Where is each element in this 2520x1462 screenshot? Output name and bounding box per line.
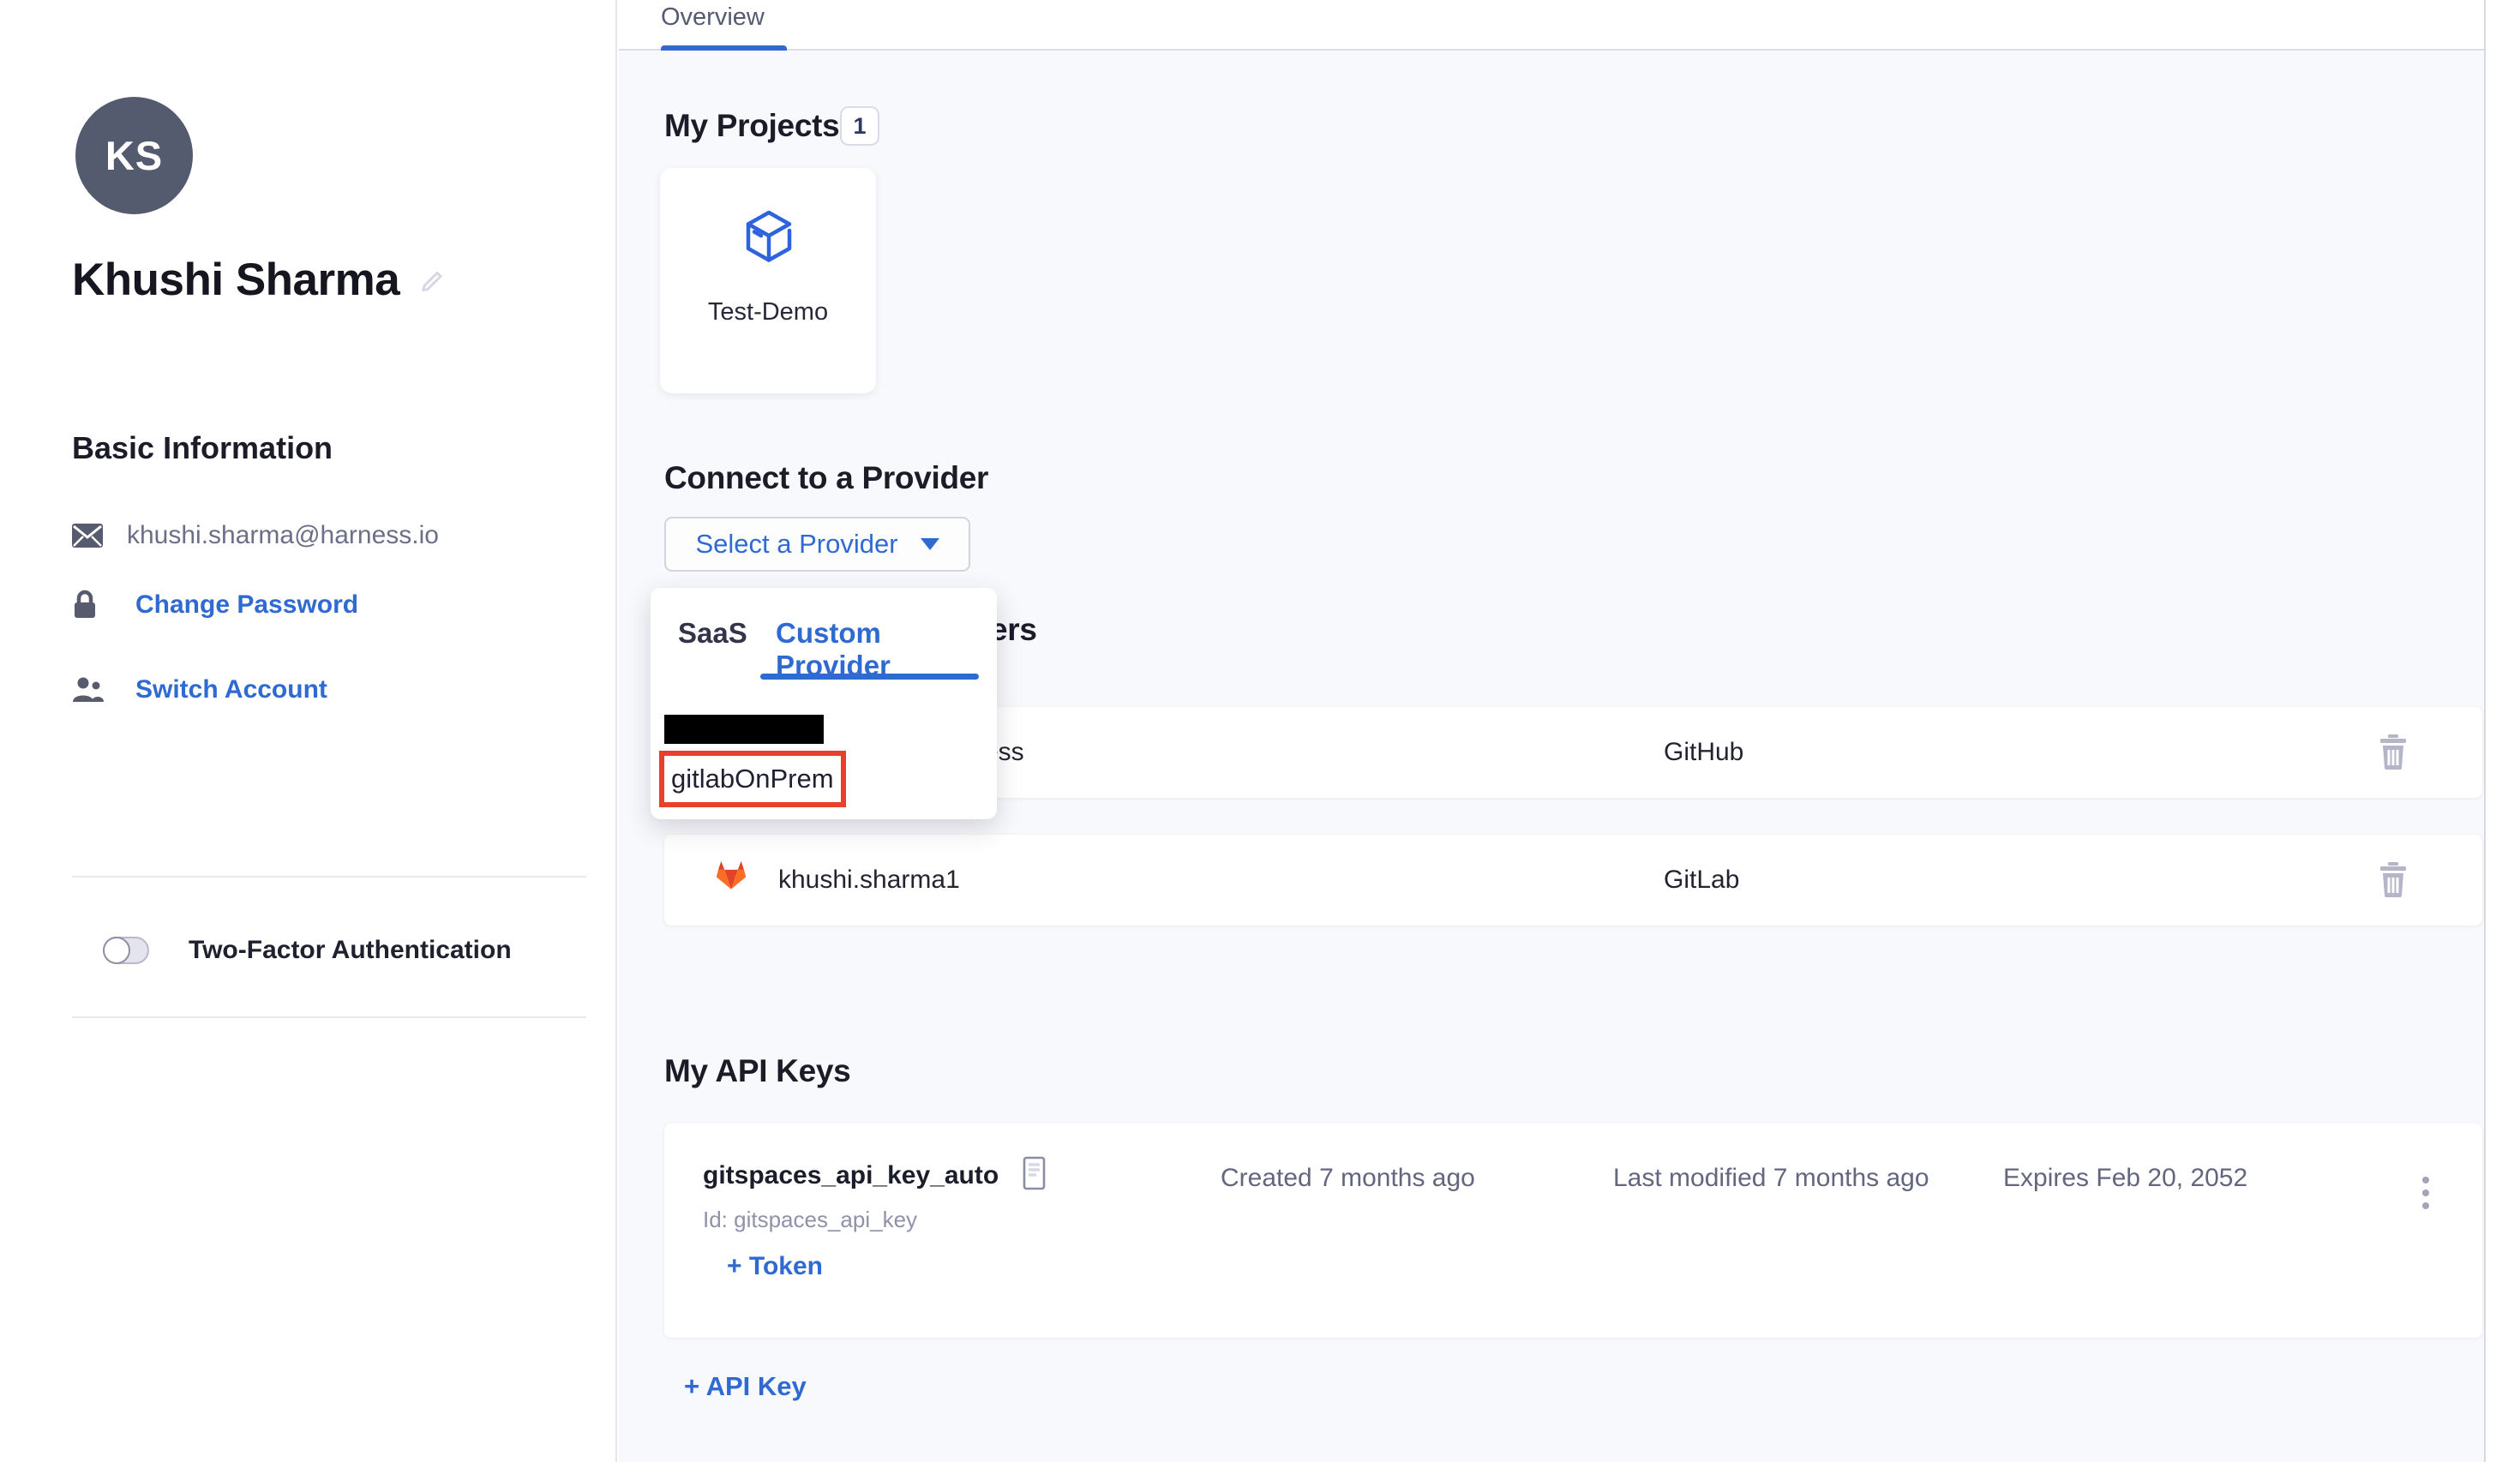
toggle-knob [103, 937, 130, 964]
user-name: Khushi Sharma [72, 254, 399, 306]
active-tab-underline [661, 45, 787, 51]
delete-provider-icon[interactable] [2378, 734, 2409, 774]
dropdown-active-tab-underline [760, 674, 979, 680]
api-key-created: Created 7 months ago [1221, 1164, 1475, 1193]
two-factor-toggle[interactable] [103, 937, 149, 964]
switch-account-link[interactable]: Switch Account [135, 675, 327, 704]
api-key-id: Id: gitspaces_api_key [703, 1207, 917, 1233]
email-icon [72, 524, 106, 548]
gitlab-logo-icon [714, 859, 748, 896]
sidebar-divider-top [72, 876, 586, 878]
user-email: khushi.sharma@harness.io [127, 521, 439, 550]
dropdown-tab-saas[interactable]: SaaS [678, 617, 747, 650]
project-name: Test-Demo [660, 298, 876, 327]
annotation-highlight-box: gitlabOnPrem [659, 751, 846, 807]
edit-name-icon[interactable] [417, 262, 447, 297]
api-key-row: gitspaces_api_key_auto Created 7 months … [664, 1123, 2482, 1338]
my-projects-title: My Projects [664, 108, 839, 144]
basic-information-title: Basic Information [72, 430, 333, 466]
email-row: khushi.sharma@harness.io [72, 521, 439, 550]
add-token-link[interactable]: + Token [727, 1252, 823, 1281]
change-password-link[interactable]: Change Password [135, 590, 358, 620]
tab-overview[interactable]: Overview [661, 3, 765, 32]
select-provider-button[interactable]: Select a Provider [664, 517, 970, 572]
projects-count-badge: 1 [840, 106, 879, 146]
two-factor-label: Two-Factor Authentication [189, 936, 512, 965]
switch-account-icon [72, 676, 106, 704]
copy-key-icon[interactable] [1023, 1156, 1047, 1195]
select-provider-dropdown: SaaS Custom Provider gitlabOnPrem [651, 588, 997, 819]
sidebar-divider-bottom [72, 1016, 586, 1018]
add-api-key-link[interactable]: + API Key [684, 1371, 807, 1402]
provider-row-gitlab: khushi.sharma1 GitLab [664, 835, 2482, 926]
project-card-test-demo[interactable]: Test-Demo [660, 168, 876, 393]
chevron-down-icon [921, 538, 939, 550]
select-provider-label: Select a Provider [695, 529, 897, 560]
project-cube-icon [745, 210, 793, 267]
provider-type-label: GitLab [1664, 835, 1739, 926]
provider-account: khushi.sharma1 [778, 835, 960, 926]
switch-account-row[interactable]: Switch Account [72, 675, 327, 704]
api-key-menu-icon[interactable] [2419, 1173, 2433, 1213]
two-factor-row: Two-Factor Authentication [103, 936, 512, 965]
redacted-provider-item[interactable] [664, 715, 824, 744]
change-password-row[interactable]: Change Password [72, 590, 358, 620]
api-key-expires: Expires Feb 20, 2052 [2003, 1164, 2247, 1193]
api-key-name: gitspaces_api_key_auto [703, 1161, 999, 1190]
scrollbar-gutter [2484, 0, 2520, 1462]
providers-heading-fragment: ers [990, 612, 1037, 648]
avatar: KS [75, 97, 193, 214]
tab-bar: Overview [619, 0, 2484, 51]
my-api-keys-title: My API Keys [664, 1053, 850, 1089]
dropdown-tab-custom-provider[interactable]: Custom Provider [776, 617, 997, 682]
delete-provider-icon[interactable] [2378, 861, 2409, 902]
connect-provider-title: Connect to a Provider [664, 460, 988, 496]
lock-icon [72, 590, 106, 620]
dropdown-item-gitlabonprem[interactable]: gitlabOnPrem [664, 764, 834, 794]
api-key-modified: Last modified 7 months ago [1613, 1164, 1929, 1193]
provider-type-label: GitHub [1664, 707, 1743, 798]
profile-sidebar: KS Khushi Sharma Basic Information khush… [0, 0, 617, 1462]
